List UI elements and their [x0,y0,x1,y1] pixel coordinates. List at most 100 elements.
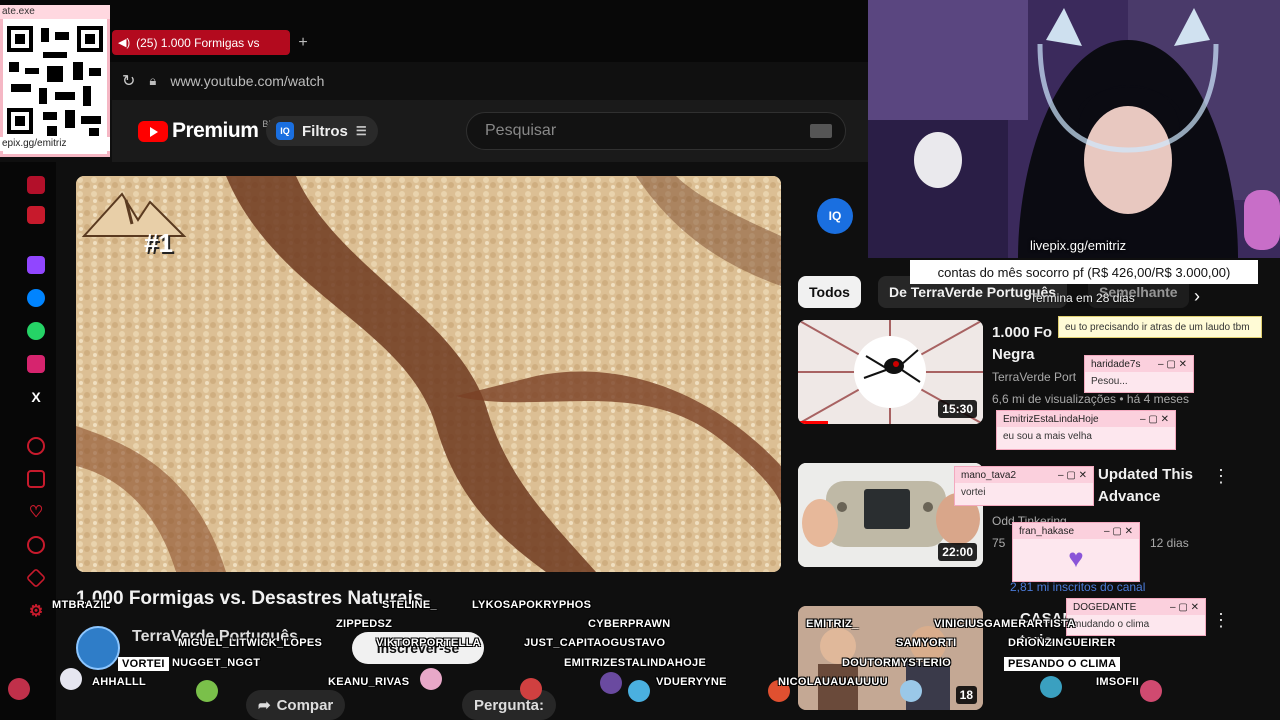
window-controls-icon: – ▢ ✕ [1104,525,1133,537]
webcam-feed [868,0,1280,258]
goal-message: eu to precisando ir atras de um laudo tb… [1058,316,1262,338]
webcam-image [868,0,1280,258]
related-meta-2b: 12 dias [1150,536,1189,550]
viewer-name: NICOLAUAUAUUUU [778,676,888,688]
more-options-icon[interactable]: ⋮ [1212,466,1230,487]
popup-user: haridade7s [1091,358,1141,370]
chat-popup-5: DOGEDANTE – ▢ ✕ mudando o clima [1066,598,1206,636]
channel-avatar[interactable] [76,626,120,670]
related-title-1a[interactable]: 1.000 Fo [992,324,1052,341]
viewer-name: PESANDO O CLIMA [1004,657,1121,671]
iq-button[interactable]: IQ [817,198,853,234]
chevron-right-icon[interactable]: › [1194,286,1200,307]
related-title-2b[interactable]: Advance [1098,488,1161,505]
logo-text: Premium [172,119,259,142]
address-bar[interactable]: ↻ 🔒︎ www.youtube.com/watch [112,62,868,100]
twitch-icon[interactable] [27,256,45,274]
viewer-name: ZIPPEDSZ [336,618,393,630]
qr-code-panel [0,5,110,157]
window-controls-icon: – ▢ ✕ [1170,601,1199,613]
sprite [8,678,30,700]
related-title-2a[interactable]: Updated This [1098,466,1193,483]
viewer-name: VIKTORPORTELLA [376,637,481,649]
sprite [628,680,650,702]
share-label: Compar [276,696,334,714]
filters-button[interactable]: IQ Filtros ☰ [266,116,378,146]
x-icon[interactable]: X [27,388,45,406]
viewer-name: VDUERYYNE [656,676,727,688]
sprite [1140,680,1162,702]
browser-tab[interactable]: ◀) (25) 1.000 Formigas vs [112,30,290,55]
sidebar-icon-2[interactable] [27,206,45,224]
viewer-name: STELINE_ [382,599,437,611]
viewer-name: VORTEI [118,657,169,671]
related-meta-2: 75 [992,536,1006,550]
lock-icon: 🔒︎ [149,73,157,88]
popup-user: EmitrizEstaLindaHoje [1003,413,1099,425]
popup-text: Pesou... [1091,376,1128,387]
heart-icon[interactable]: ♡ [27,503,45,521]
qr-url: epix.gg/emitriz [0,137,110,151]
video-rank-label: #1 [144,228,173,258]
reload-icon[interactable]: ↻ [122,71,135,91]
chip-all[interactable]: Todos [798,276,861,308]
youtube-play-icon [138,120,168,142]
livepix-label: livepix.gg/emitriz [1030,238,1127,253]
watch-progress [798,421,828,424]
popup-user: fran_hakase [1019,525,1075,537]
sprite [900,680,922,702]
related-thumbnail-1[interactable]: 15:30 [798,320,983,424]
donation-goal-bar: contas do mês socorro pf (R$ 426,00/R$ 3… [910,260,1258,284]
clock-icon[interactable] [27,536,45,554]
subscribers-count: 2,81 mi inscritos do canal [1010,580,1146,594]
sidebar-icon-1[interactable] [27,176,45,194]
heart-icon: ♥ [1068,543,1084,573]
viewer-name: VINICIUSGAMERARTISTA [934,618,1076,630]
window-controls-icon: – ▢ ✕ [1158,358,1187,370]
related-channel-1[interactable]: TerraVerde Port [992,370,1076,384]
viewer-name: AHHALLL [92,676,147,688]
grid-icon[interactable] [27,470,45,488]
search-input[interactable]: Pesquisar [466,112,846,150]
whatsapp-icon[interactable] [27,322,45,340]
keyboard-icon[interactable] [810,124,832,138]
ask-button[interactable]: Pergunta: [462,690,557,720]
messenger-icon[interactable] [27,289,45,307]
window-controls-icon: – ▢ ✕ [1140,413,1169,425]
instagram-icon[interactable] [27,355,45,373]
new-tab-button[interactable]: + [294,30,312,55]
youtube-logo[interactable]: Premium BR [138,119,275,143]
related-title-1b[interactable]: Negra [992,346,1035,363]
chat-popup-4: fran_hakase – ▢ ✕ ♥ [1012,522,1140,582]
window-controls-icon: – ▢ ✕ [1058,469,1087,481]
share-icon: ➦ [258,697,271,714]
duration-badge: 18 [955,686,977,704]
search-placeholder: Pesquisar [485,122,557,139]
viewer-name: LYKOSAPOKRYPHOS [472,599,592,611]
viewer-name: NUGGET_NGGT [172,657,261,669]
viewer-name: KEANU_RIVAS [328,676,410,688]
more-options-icon[interactable]: ⋮ [1212,610,1230,631]
share-button[interactable]: ➦ Compar [246,690,346,720]
sprite [520,678,542,700]
qr-code [7,26,103,136]
duration-badge: 22:00 [938,543,977,561]
url-text[interactable]: www.youtube.com/watch [170,73,324,89]
viewer-name: EMITRIZ_ [806,618,859,630]
video-player[interactable]: #1 [76,176,781,572]
sprite [420,668,442,690]
sprite [60,668,82,690]
puzzle-icon[interactable] [25,567,47,589]
gear-icon[interactable]: ⚙ [27,602,45,620]
viewer-name: MIGUEL_LITWICK_LOPES [178,637,323,649]
chat-popup-3: mano_tava2 – ▢ ✕ vortei [954,466,1094,506]
play-circle-icon[interactable] [27,437,45,455]
tab-title: (25) 1.000 Formigas vs [136,35,260,50]
video-title: 1.000 Formigas vs. Desastres Naturais [76,588,424,609]
iq-icon: IQ [276,122,294,140]
sprite [600,672,622,694]
sidebar: X ♡ ⚙ [0,162,56,720]
popup-text: eu sou a mais velha [1003,431,1092,442]
related-meta-1: 6,6 mi de visualizações • há 4 meses [992,392,1189,406]
viewer-name: CYBERPRAWN [588,618,671,630]
